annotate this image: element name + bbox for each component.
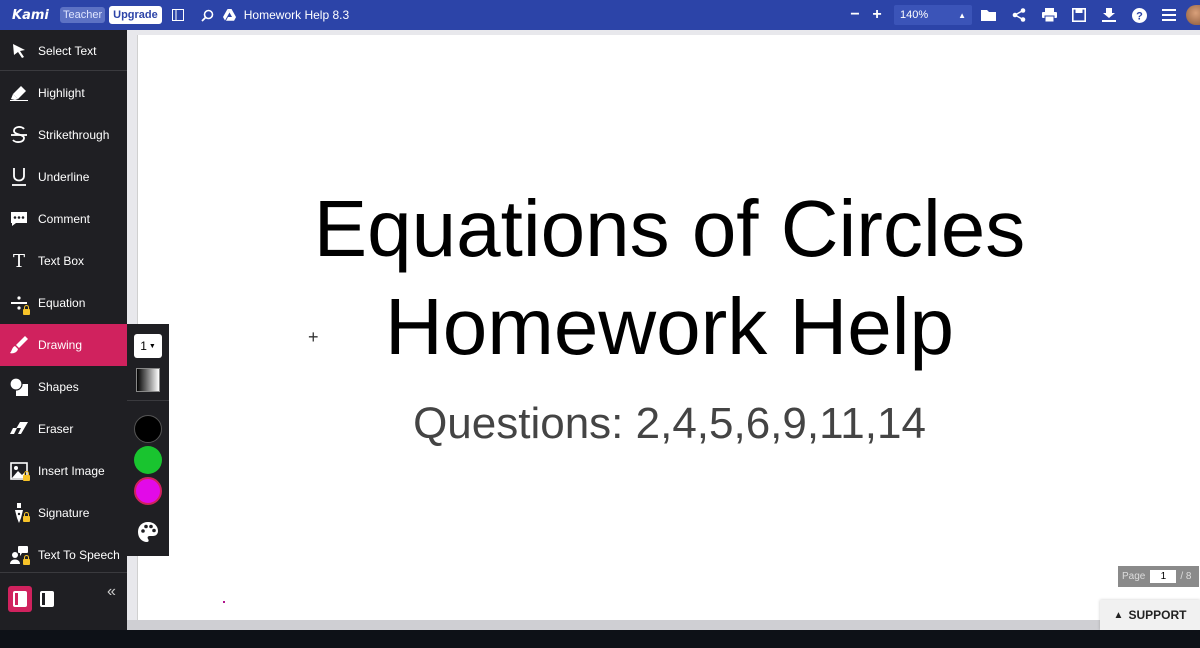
avatar[interactable] [1186, 5, 1200, 25]
stroke-width-value: 1 [140, 339, 147, 353]
tool-underline[interactable]: Underline [0, 156, 127, 198]
lock-icon [23, 305, 30, 315]
share-icon[interactable] [1004, 0, 1034, 30]
sidebar-toggle-icon[interactable] [170, 7, 186, 23]
divide-icon [0, 296, 38, 315]
search-icon[interactable] [200, 7, 216, 23]
cursor-icon [0, 43, 38, 59]
top-toolbar: Kami Teacher Upgrade Homework Help 8.3 −… [0, 0, 1200, 30]
zoom-out-button[interactable]: − [844, 6, 866, 24]
slide-questions: Questions: 2,4,5,6,9,11,14 [413, 399, 926, 448]
tool-shapes[interactable]: Shapes [0, 366, 127, 408]
slide-title-line-1: Equations of Circles [313, 184, 1026, 273]
zoom-in-button[interactable]: + [866, 6, 888, 24]
layout-left-button[interactable] [8, 586, 32, 612]
tool-label: Comment [38, 212, 91, 226]
tool-label: Insert Image [38, 464, 105, 478]
lock-icon [23, 471, 30, 481]
tool-label: Strikethrough [38, 128, 110, 142]
page-label: Page [1122, 571, 1146, 582]
document-page[interactable]: Equations of Circles Homework Help Quest… [137, 35, 1200, 620]
tool-label: Drawing [38, 338, 83, 352]
zoom-select[interactable]: 140% ▲ [894, 5, 972, 25]
page-number-input[interactable]: 1 [1150, 570, 1177, 583]
chevron-up-icon: ▲ [1113, 609, 1124, 621]
folder-icon[interactable] [974, 0, 1004, 30]
tool-label: Text To Speech [38, 548, 120, 562]
text-icon: T [12, 250, 25, 272]
tool-comment[interactable]: Comment [0, 198, 127, 240]
document-title: Homework Help 8.3 [243, 8, 350, 22]
drawing-options-panel: 1 ▼ [127, 324, 169, 556]
tool-label: Underline [38, 170, 90, 184]
tool-label: Shapes [38, 380, 79, 394]
chevron-down-icon: ▼ [148, 342, 156, 350]
stroke-width-select[interactable]: 1 ▼ [134, 334, 162, 358]
tool-sidebar: Select Text Highlight Strikethrough Unde… [0, 30, 127, 630]
page-indicator: Page 1 / 8 [1118, 566, 1199, 587]
palette-icon[interactable] [137, 521, 159, 548]
slide-title-line-2: Homework Help [384, 282, 955, 371]
drive-icon [222, 7, 238, 23]
tool-label: Equation [38, 296, 86, 310]
tool-label: Text Box [38, 254, 85, 268]
collapse-sidebar-button[interactable]: « [107, 583, 116, 601]
tool-label: Select Text [38, 44, 97, 58]
save-icon[interactable] [1064, 0, 1094, 30]
lock-icon [23, 512, 30, 522]
highlighter-icon [0, 85, 38, 101]
svg-text:?: ? [1136, 10, 1143, 22]
crosshair-cursor-icon: + [308, 327, 319, 347]
tool-highlight[interactable]: Highlight [0, 72, 127, 114]
opacity-gradient-button[interactable] [136, 368, 160, 392]
zoom-value: 140% [900, 9, 929, 21]
document-canvas[interactable]: Equations of Circles Homework Help Quest… [127, 30, 1200, 630]
divider [127, 400, 169, 401]
tool-strikethrough[interactable]: Strikethrough [0, 114, 127, 156]
comment-icon [0, 211, 38, 227]
image-icon [0, 462, 38, 481]
layout-right-button[interactable] [35, 586, 59, 612]
pen-nib-icon [0, 503, 38, 523]
tool-label: Highlight [38, 86, 85, 100]
page-total: / 8 [1180, 571, 1192, 582]
print-icon[interactable] [1034, 0, 1064, 30]
tool-label: Signature [38, 506, 90, 520]
brush-icon [0, 336, 38, 354]
lock-icon [23, 555, 30, 565]
tool-eraser[interactable]: Eraser [0, 408, 127, 450]
eraser-icon [0, 422, 38, 436]
underline-icon [0, 168, 38, 186]
speech-icon [0, 546, 38, 565]
tool-drawing[interactable]: Drawing [0, 324, 127, 366]
tool-text-to-speech[interactable]: Text To Speech [0, 534, 127, 576]
updown-icon: ▲ [958, 10, 966, 20]
teacher-badge: Teacher [60, 7, 106, 23]
upgrade-button[interactable]: Upgrade [109, 6, 162, 24]
tool-text-box[interactable]: T Text Box [0, 240, 127, 282]
tool-signature[interactable]: Signature [0, 492, 127, 534]
window-bottom-edge [0, 630, 1200, 648]
shapes-icon [0, 378, 38, 396]
color-swatch-magenta[interactable] [134, 477, 162, 505]
color-swatch-green[interactable] [134, 446, 162, 474]
tool-insert-image[interactable]: Insert Image [0, 450, 127, 492]
kami-logo: Kami [12, 7, 49, 23]
help-icon[interactable]: ? [1124, 0, 1154, 30]
download-icon[interactable] [1094, 0, 1124, 30]
horizontal-scrollbar[interactable] [127, 620, 1200, 630]
support-label: SUPPORT [1128, 608, 1187, 622]
tool-label: Eraser [38, 422, 74, 436]
color-swatch-black[interactable] [134, 415, 162, 443]
tool-equation[interactable]: Equation [0, 282, 127, 324]
strikethrough-icon [0, 126, 38, 144]
support-button[interactable]: ▲ SUPPORT [1100, 600, 1200, 630]
sidebar-footer: « [0, 572, 127, 630]
ink-dot [223, 601, 225, 603]
divider [0, 70, 127, 71]
menu-icon[interactable] [1154, 0, 1184, 30]
tool-select-text[interactable]: Select Text [0, 30, 127, 72]
